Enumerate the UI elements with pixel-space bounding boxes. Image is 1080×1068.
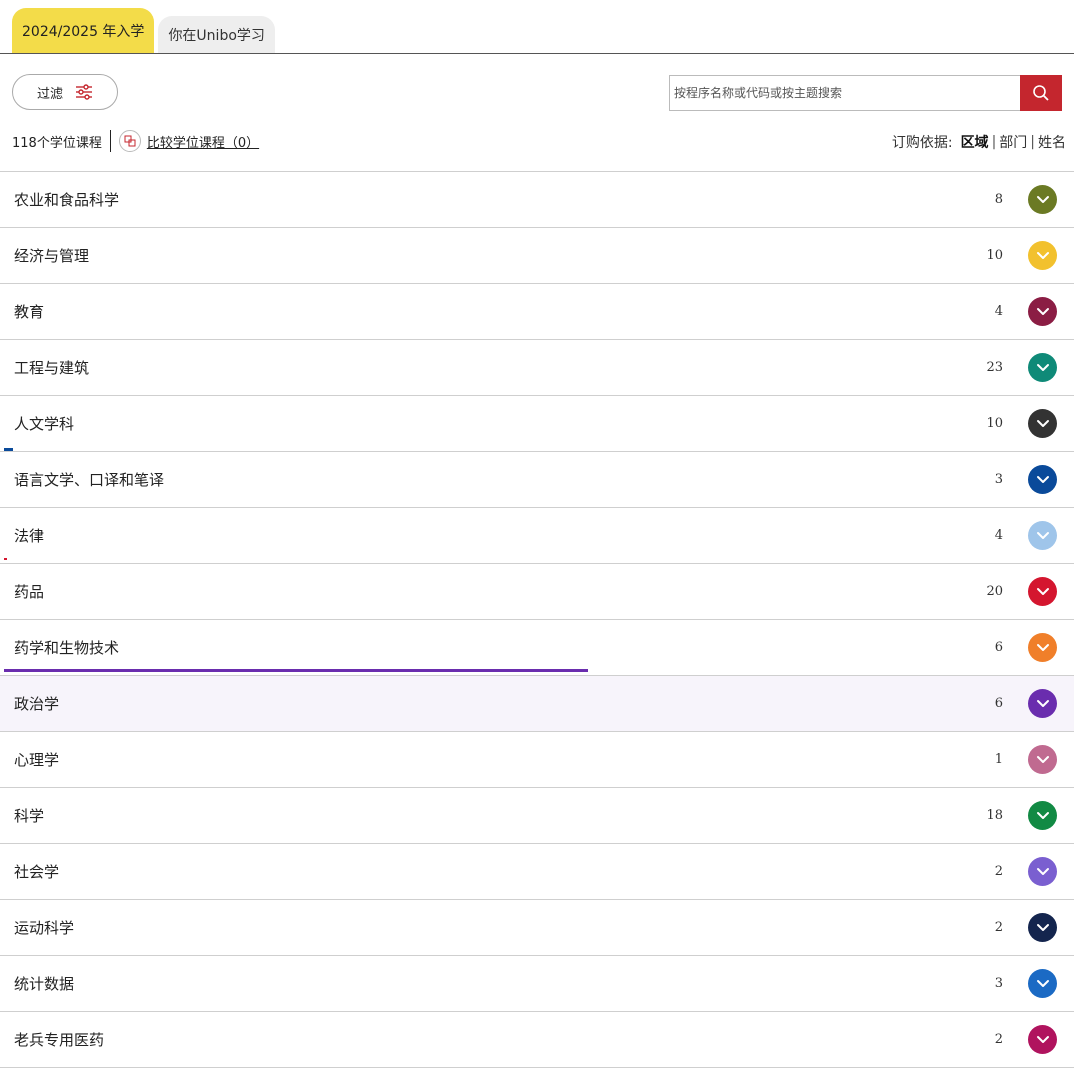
- compare-icon[interactable]: [118, 130, 141, 152]
- area-count: 10: [986, 416, 1003, 431]
- area-count: 6: [994, 696, 1003, 711]
- area-count: 10: [986, 248, 1003, 263]
- chevron-down-icon[interactable]: [1028, 185, 1057, 214]
- area-name: 药品: [14, 583, 45, 601]
- filter-button[interactable]: 过滤: [12, 74, 118, 110]
- chevron-down-icon[interactable]: [1028, 521, 1057, 550]
- area-count: 23: [986, 360, 1003, 375]
- sliders-icon: [76, 84, 92, 100]
- area-row[interactable]: 科学 18: [0, 787, 1074, 843]
- area-row[interactable]: 工程与建筑 23: [0, 339, 1074, 395]
- chevron-down-icon[interactable]: [1028, 689, 1057, 718]
- area-count: 8: [994, 192, 1003, 207]
- area-list: 农业和食品科学 8 经济与管理 10 教育 4 工程与建筑 23 人文学科 10 语言文学、口译和笔…: [0, 171, 1074, 1068]
- results-count: 118个学位课程: [12, 135, 102, 151]
- accent-line-blue: [4, 448, 13, 451]
- area-count: 4: [994, 304, 1003, 319]
- sort-separator: |: [1030, 134, 1035, 150]
- search-input[interactable]: [669, 75, 1020, 111]
- sort-by-department[interactable]: 部门: [999, 132, 1027, 152]
- area-row[interactable]: 语言文学、口译和笔译 3: [0, 451, 1074, 507]
- area-row[interactable]: 法律 4: [0, 507, 1074, 563]
- chevron-down-icon[interactable]: [1028, 409, 1057, 438]
- filter-label: 过滤: [36, 86, 63, 102]
- area-count: 18: [986, 808, 1003, 823]
- area-name: 科学: [14, 807, 45, 825]
- separator: [109, 130, 111, 152]
- area-name: 老兵专用医药: [14, 1031, 105, 1049]
- area-count: 2: [994, 864, 1003, 879]
- area-count: 2: [994, 920, 1003, 935]
- area-count: 6: [994, 640, 1003, 655]
- area-name: 教育: [14, 303, 45, 321]
- sort-options: 订购依据: 区域 | 部门 | 姓名: [892, 132, 1066, 152]
- area-count: 3: [994, 976, 1003, 991]
- area-count: 3: [994, 472, 1003, 487]
- area-count: 20: [986, 584, 1003, 599]
- area-row[interactable]: 经济与管理 10: [0, 227, 1074, 283]
- area-row[interactable]: 心理学 1: [0, 731, 1074, 787]
- chevron-down-icon[interactable]: [1028, 465, 1057, 494]
- area-row[interactable]: 教育 4: [0, 283, 1074, 339]
- chevron-down-icon[interactable]: [1028, 353, 1057, 382]
- area-count: 4: [994, 528, 1003, 543]
- search-bar: [669, 75, 1062, 111]
- area-row[interactable]: 政治学 6: [0, 675, 1074, 731]
- area-name: 农业和食品科学: [14, 191, 120, 209]
- tab-enrollment-year[interactable]: 2024/2025 年入学: [12, 8, 155, 54]
- area-row[interactable]: 药品 20: [0, 563, 1074, 619]
- sort-label: 订购依据:: [891, 135, 953, 151]
- chevron-down-icon[interactable]: [1028, 297, 1057, 326]
- chevron-down-icon[interactable]: [1028, 857, 1057, 886]
- area-name: 经济与管理: [14, 247, 90, 265]
- chevron-down-icon[interactable]: [1028, 801, 1057, 830]
- chevron-down-icon[interactable]: [1028, 577, 1057, 606]
- chevron-down-icon[interactable]: [1028, 1025, 1057, 1054]
- area-row[interactable]: 老兵专用医药 2: [0, 1011, 1074, 1068]
- area-name: 药学和生物技术: [14, 639, 120, 657]
- tab-study-at-unibo[interactable]: 你在Unibo学习: [158, 16, 275, 54]
- area-row[interactable]: 人文学科 10: [0, 395, 1074, 451]
- sort-separator: |: [991, 134, 997, 150]
- area-row[interactable]: 统计数据 3: [0, 955, 1074, 1011]
- results-summary: 118个学位课程 比较学位课程（0）: [12, 130, 259, 152]
- area-name: 运动科学: [14, 919, 75, 937]
- accent-line-purple: [4, 669, 588, 672]
- chevron-down-icon[interactable]: [1028, 913, 1057, 942]
- area-name: 人文学科: [14, 415, 75, 433]
- chevron-down-icon[interactable]: [1028, 633, 1057, 662]
- chevron-down-icon[interactable]: [1028, 241, 1057, 270]
- area-row[interactable]: 农业和食品科学 8: [0, 171, 1074, 227]
- accent-line-red: [4, 558, 7, 560]
- chevron-down-icon[interactable]: [1028, 745, 1057, 774]
- area-name: 法律: [14, 527, 45, 545]
- sort-by-name[interactable]: 姓名: [1038, 132, 1066, 152]
- compare-degrees-link[interactable]: 比较学位课程（0）: [147, 132, 259, 151]
- tab-divider: [0, 53, 1074, 54]
- area-row[interactable]: 社会学 2: [0, 843, 1074, 899]
- area-tabs: 2024/2025 年入学 你在Unibo学习: [12, 8, 279, 54]
- area-count: 2: [994, 1032, 1003, 1047]
- area-name: 心理学: [14, 751, 60, 769]
- area-name: 语言文学、口译和笔译: [14, 471, 165, 489]
- search-icon: [1033, 85, 1049, 101]
- area-name: 工程与建筑: [14, 359, 90, 377]
- area-count: 1: [994, 752, 1003, 767]
- area-name: 统计数据: [14, 975, 75, 993]
- chevron-down-icon[interactable]: [1028, 969, 1057, 998]
- area-name: 社会学: [14, 863, 60, 881]
- search-button[interactable]: [1020, 75, 1062, 111]
- area-row[interactable]: 运动科学 2: [0, 899, 1074, 955]
- sort-by-area[interactable]: 区域: [961, 132, 989, 152]
- area-row[interactable]: 药学和生物技术 6: [0, 619, 1074, 675]
- area-name: 政治学: [14, 695, 60, 713]
